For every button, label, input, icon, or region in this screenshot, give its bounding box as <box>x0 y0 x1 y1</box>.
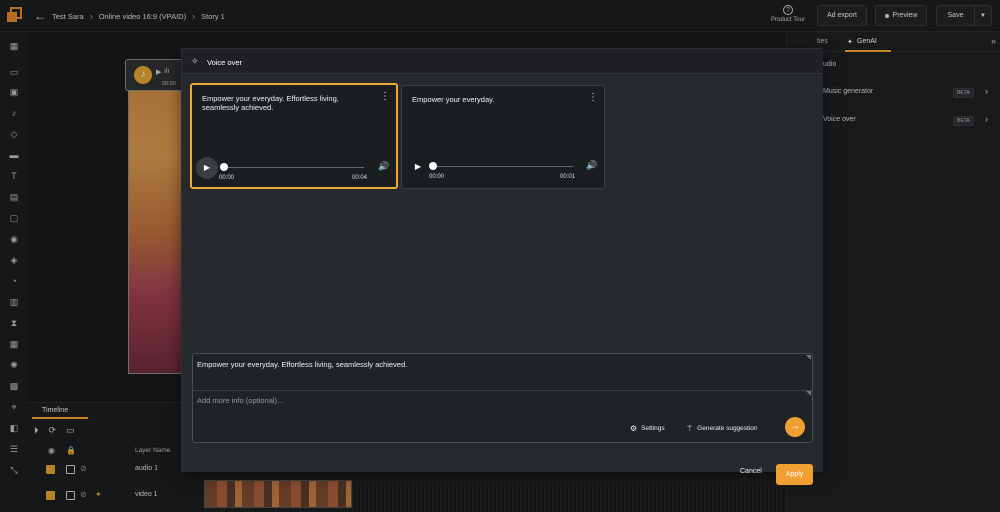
duration-time: 00:01 <box>560 174 576 180</box>
cancel-button[interactable]: Cancel <box>740 468 762 475</box>
prompt-divider <box>193 390 812 391</box>
current-time: 00:00 <box>429 174 445 180</box>
voice-over-dialog: ✧ Voice over Empower your everyday. Effo… <box>181 48 823 485</box>
play-button[interactable]: ▶ <box>196 157 218 179</box>
play-button[interactable]: ▶ <box>407 156 429 178</box>
seek-slider-knob[interactable] <box>429 162 437 170</box>
seek-slider-knob[interactable] <box>220 163 228 171</box>
extra-info-input[interactable]: Add more info (optional)... <box>197 396 283 405</box>
voice-card-2[interactable]: Empower your everyday. ⋮ ▶ 🔊 00:00 00:01 <box>401 85 605 189</box>
more-vertical-icon[interactable]: ⋮ <box>588 93 598 103</box>
duration-time: 00:04 <box>352 175 368 181</box>
generate-suggestion-label: Generate suggestion <box>697 425 758 432</box>
dialog-header: ✧ Voice over <box>182 49 823 74</box>
magic-voice-icon: ✧ <box>191 56 199 66</box>
voice-card-text: Empower your everyday. Effortless living… <box>202 94 339 112</box>
volume-icon[interactable]: 🔊 <box>378 161 389 172</box>
apply-button[interactable]: Apply <box>776 464 813 485</box>
send-button[interactable]: → <box>785 417 805 437</box>
prompt-text-input[interactable]: Empower your everyday. Effortless living… <box>197 360 407 369</box>
voice-card-text: Empower your everyday. <box>412 95 495 104</box>
volume-icon[interactable]: 🔊 <box>586 160 597 171</box>
resize-grip-icon[interactable] <box>806 391 811 396</box>
voice-card-1[interactable]: Empower your everyday. Effortless living… <box>190 83 398 189</box>
settings-button[interactable]: ⚙ Settings <box>630 424 665 433</box>
generate-suggestion-button[interactable]: ⚚ Generate suggestion <box>686 424 758 433</box>
current-time: 00:00 <box>219 175 235 181</box>
settings-label: Settings <box>641 425 665 432</box>
prompt-box: Empower your everyday. Effortless living… <box>192 353 813 443</box>
dialog-title: Voice over <box>207 58 243 67</box>
more-vertical-icon[interactable]: ⋮ <box>380 92 390 102</box>
gear-icon: ⚙ <box>630 424 638 433</box>
magic-wand-icon: ⚚ <box>686 424 694 433</box>
resize-grip-icon[interactable] <box>806 355 811 360</box>
seek-slider-track[interactable] <box>228 167 364 168</box>
dialog-body: Empower your everyday. Effortless living… <box>182 75 823 485</box>
seek-slider-track[interactable] <box>437 166 573 167</box>
